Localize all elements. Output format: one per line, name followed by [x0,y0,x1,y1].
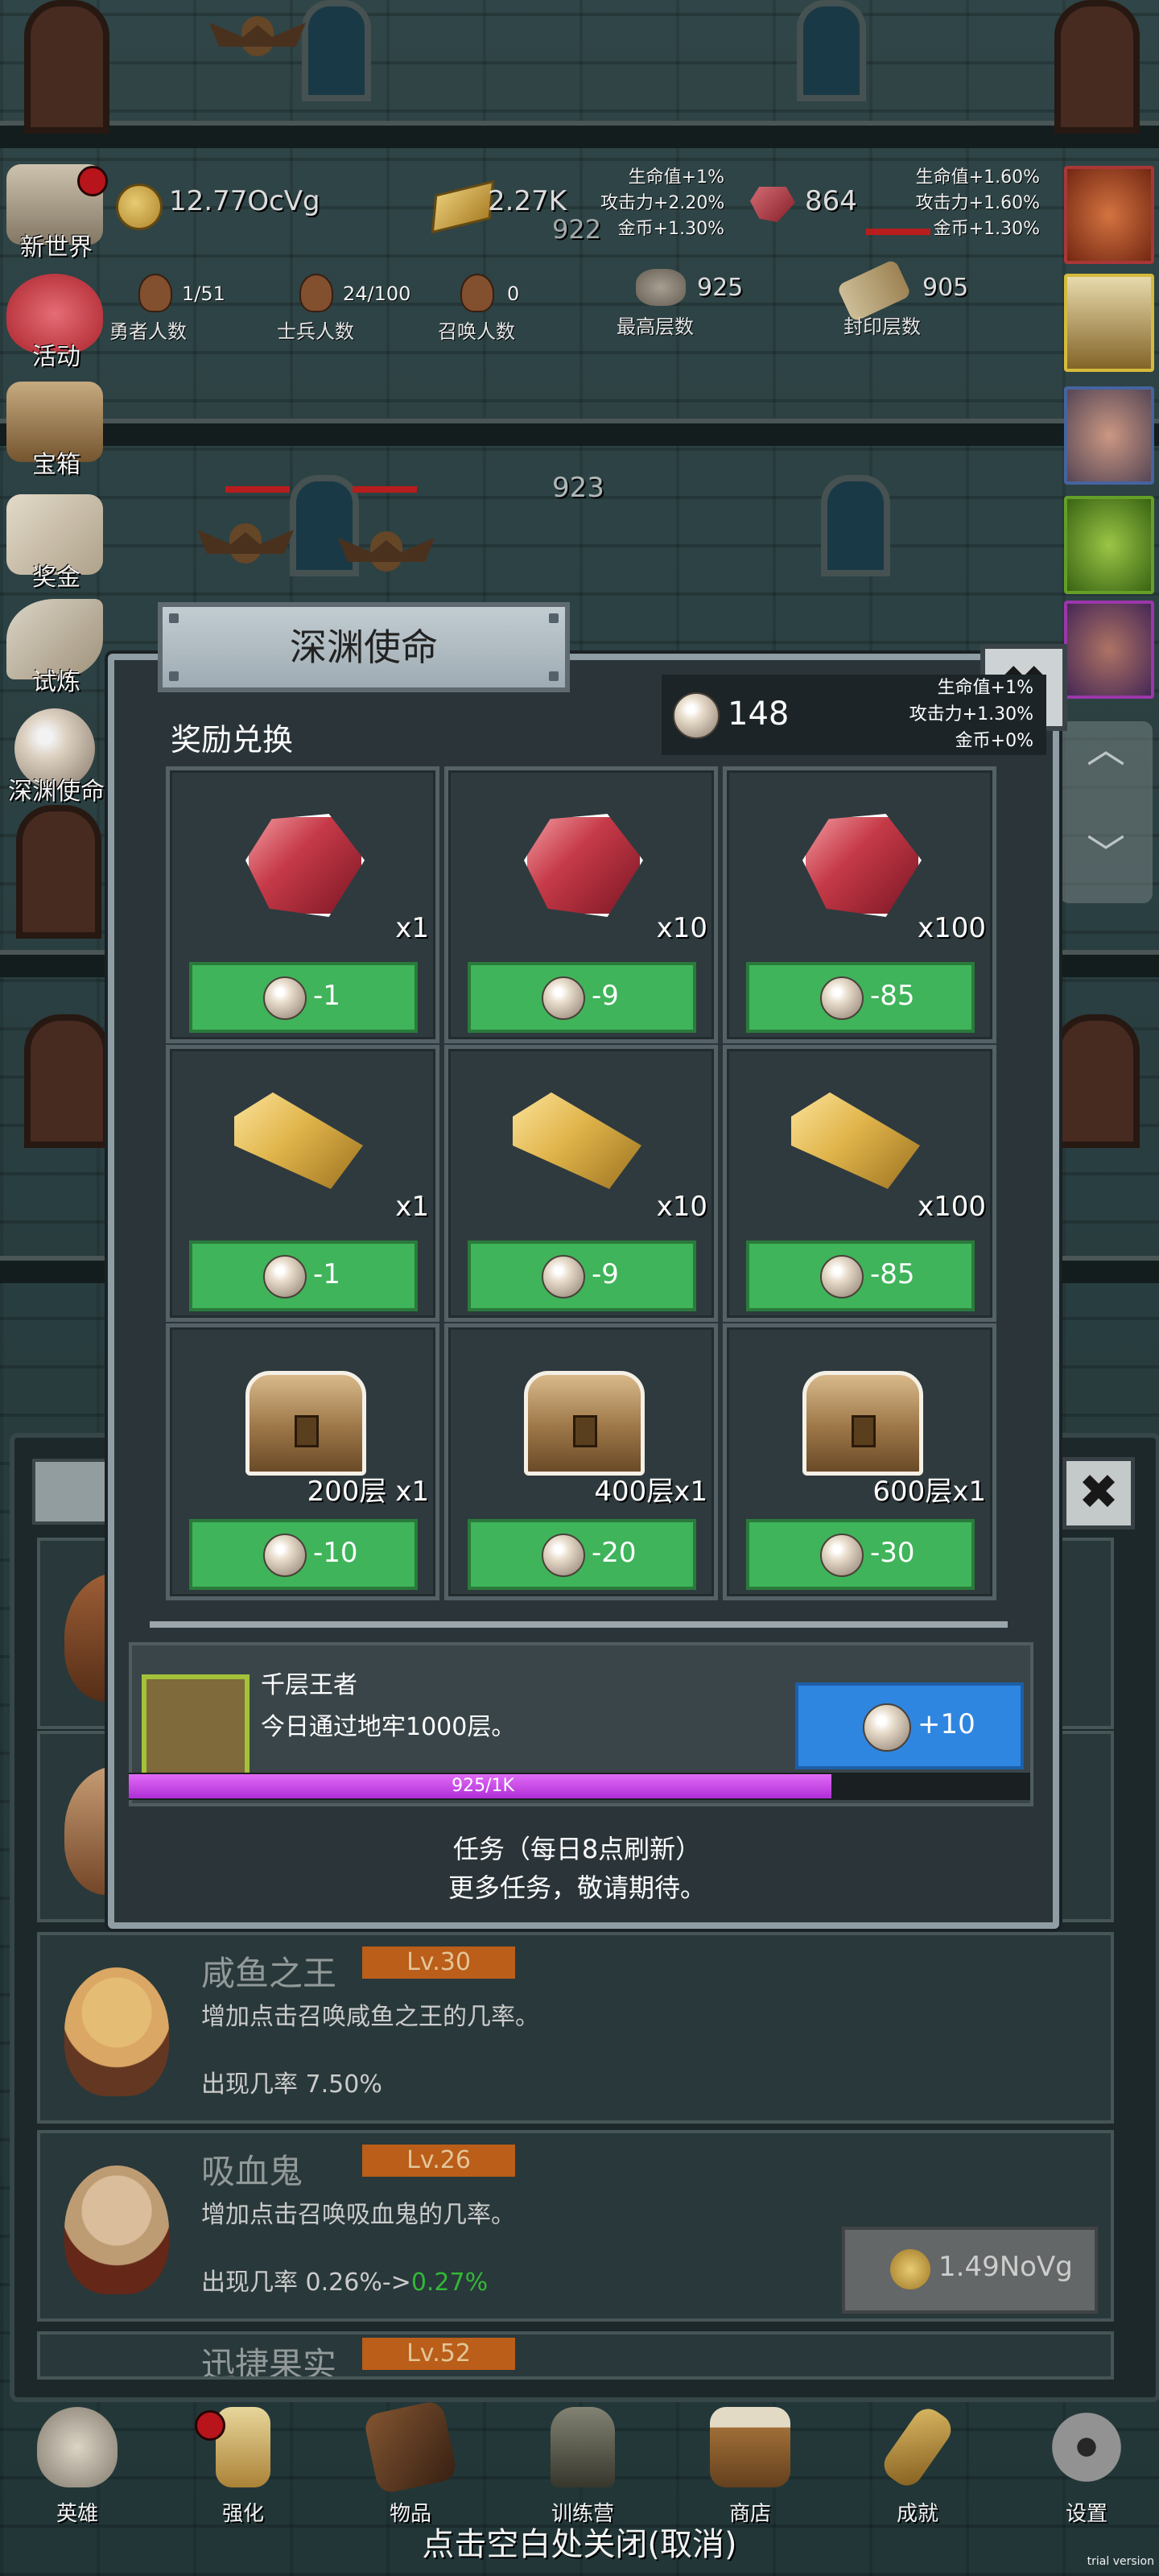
pearl-bonus-list: 生命值+1% 攻击力+1.30% 金币+0% [856,675,1033,754]
exchange-cost: -9 [592,980,619,1012]
reward-cell: x100 -85 [723,766,996,1043]
task-footer-refresh: 任务（每日8点刷新） [452,1834,702,1864]
pearl-icon [263,976,307,1020]
reward-cell: 200层 x1 -10 [166,1323,439,1600]
pearl-balance: 148 生命值+1% 攻击力+1.30% 金币+0% [662,675,1046,755]
reward-quantity: 400层x1 [594,1476,707,1508]
pearl-icon [542,976,585,1020]
exchange-cost: -10 [313,1537,358,1569]
exchange-button[interactable]: -30 [746,1519,975,1590]
dialog-title: 深渊使命 [290,625,438,669]
reward-quantity: x1 [395,1191,429,1223]
reward-cell: x10 -9 [444,766,718,1043]
exchange-cost: -9 [592,1258,619,1290]
exchange-cost: -30 [870,1537,915,1569]
pearl-icon [542,1534,585,1577]
exchange-button[interactable]: -85 [746,1241,975,1311]
pearl-icon [863,1703,911,1752]
reward-cell: x1 -1 [166,1045,439,1322]
gold-bar-icon [234,1092,363,1189]
reward-amount: +10 [918,1708,975,1740]
gold-bar-icon [513,1092,641,1189]
reward-quantity: x100 [917,1191,986,1223]
pearl-bonus-gold: 金币+0% [955,731,1033,751]
skull-king-avatar [142,1674,250,1782]
gold-bar-icon [791,1092,920,1189]
pearl-icon [820,1255,864,1298]
reward-cell: 600层x1 -30 [723,1323,996,1600]
reward-cell: 400层x1 -20 [444,1323,718,1600]
ruby-icon [524,814,643,917]
reward-quantity: 600层x1 [872,1476,986,1508]
exchange-button[interactable]: -9 [468,1241,696,1311]
reward-cell: x100 -85 [723,1045,996,1322]
task-progress-bar: 925/1K [129,1773,1030,1800]
pearl-icon [820,976,864,1020]
exchange-button[interactable]: -1 [189,1241,418,1311]
treasure-chest-icon [245,1371,366,1476]
treasure-chest-icon [802,1371,923,1476]
divider [150,1621,1008,1628]
exchange-cost: -1 [313,980,340,1012]
dialog-title-plaque: 深渊使命 [158,602,570,692]
task-footer-more: 更多任务，敬请期待。 [448,1872,706,1903]
pearl-icon [263,1255,307,1298]
pearl-count: 148 [728,696,790,733]
reward-quantity: x10 [656,1191,707,1223]
pearl-icon [542,1255,585,1298]
reward-quantity: x1 [395,912,429,944]
reward-cell: x1 -1 [166,766,439,1043]
exchange-button[interactable]: -1 [189,962,418,1033]
ruby-icon [245,814,365,917]
reward-quantity: x10 [656,912,707,944]
exchange-cost: -20 [592,1537,637,1569]
exchange-cost: -85 [870,1258,915,1290]
exchange-button[interactable]: -20 [468,1519,696,1590]
exchange-button[interactable]: -10 [189,1519,418,1590]
pearl-icon [673,692,720,739]
task-description: 今日通过地牢1000层。 [261,1713,516,1741]
exchange-cost: -85 [870,980,915,1012]
exchange-button[interactable]: -85 [746,962,975,1033]
exchange-cost: -1 [313,1258,340,1290]
exchange-button[interactable]: -9 [468,962,696,1033]
reward-cell: x10 -9 [444,1045,718,1322]
progress-text: 925/1K [452,1776,514,1796]
reward-quantity: x100 [917,912,986,944]
pearl-bonus-atk: 攻击力+1.30% [909,704,1033,724]
pearl-icon [263,1534,307,1577]
task-name: 千层王者 [261,1671,357,1699]
pearl-bonus-hp: 生命值+1% [937,678,1033,698]
section-title: 奖励兑换 [171,722,294,758]
ruby-icon [802,814,922,917]
reward-quantity: 200层 x1 [307,1476,429,1508]
claim-reward-button[interactable]: +10 [795,1682,1024,1769]
pearl-icon [820,1534,864,1577]
treasure-chest-icon [524,1371,645,1476]
